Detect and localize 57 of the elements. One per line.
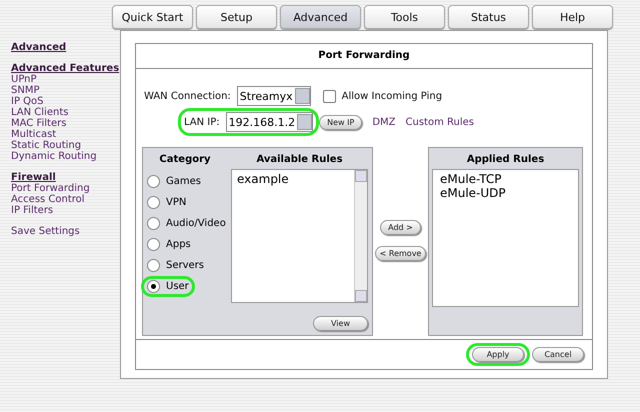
- field-label: WAN Connection:: [144, 90, 231, 102]
- checkbox[interactable]: [322, 90, 336, 102]
- sidebar-link[interactable]: SNMP: [11, 85, 120, 96]
- column-heading: Applied Rules: [466, 154, 544, 165]
- column-heading: Available Rules: [255, 154, 344, 165]
- column-heading: Category: [158, 154, 212, 165]
- sidebar-link[interactable]: LAN Clients: [11, 107, 120, 118]
- action-button[interactable]: Cancel: [532, 347, 584, 362]
- sidebar-link[interactable]: IP QoS: [11, 96, 120, 107]
- sidebar-link[interactable]: UPnP: [11, 74, 120, 85]
- radio-button[interactable]: [147, 174, 160, 188]
- radio-label: User: [166, 280, 189, 292]
- view-button[interactable]: View: [313, 316, 368, 331]
- sidebar-link[interactable]: IP Filters: [11, 205, 120, 216]
- radio-button[interactable]: [147, 196, 160, 208]
- nav-tab[interactable]: Status: [448, 5, 529, 29]
- sidebar-link[interactable]: Save Settings: [11, 226, 120, 237]
- radio-label: Audio/Video: [166, 218, 226, 228]
- radio-button[interactable]: [147, 280, 160, 292]
- nav-link[interactable]: Custom Rules: [406, 116, 474, 128]
- remove-button[interactable]: < Remove: [374, 246, 426, 261]
- nav-tab[interactable]: Tools: [364, 5, 445, 29]
- checkbox-label: Allow Incoming Ping: [342, 90, 442, 102]
- list-item[interactable]: eMule-TCP: [440, 172, 571, 186]
- scrollbar[interactable]: [354, 170, 367, 302]
- radio-label: Servers: [166, 260, 204, 270]
- add-button[interactable]: Add >: [380, 220, 421, 235]
- panel-title: Port Forwarding: [136, 44, 592, 69]
- sidebar-heading[interactable]: Firewall: [11, 172, 120, 183]
- sidebar-link[interactable]: Static Routing: [11, 140, 120, 151]
- radio-label: Games: [166, 176, 201, 186]
- available-rules-list[interactable]: example: [231, 169, 368, 303]
- field-label: LAN IP:: [184, 116, 220, 128]
- list-item[interactable]: example: [237, 172, 349, 186]
- radio-button[interactable]: [147, 216, 160, 230]
- radio-button[interactable]: [147, 258, 160, 272]
- radio-label: Apps: [166, 238, 191, 250]
- sidebar-link[interactable]: MAC Filters: [11, 118, 120, 129]
- wan-select[interactable]: Streamyx: [236, 86, 311, 106]
- sidebar-link[interactable]: Multicast: [11, 129, 120, 140]
- sidebar-heading[interactable]: Advanced Features: [11, 63, 120, 74]
- applied-rules-list[interactable]: eMule-TCP eMule-UDP: [432, 169, 579, 307]
- sidebar-link[interactable]: Dynamic Routing: [11, 151, 120, 162]
- radio-button[interactable]: [147, 238, 160, 250]
- lan-ip-select[interactable]: 192.168.1.2: [226, 112, 314, 132]
- sidebar-link[interactable]: Access Control: [11, 194, 120, 205]
- radio-label: VPN: [166, 196, 186, 208]
- nav-tab[interactable]: Advanced: [280, 5, 361, 29]
- nav-link[interactable]: DMZ: [372, 116, 396, 128]
- nav-tab[interactable]: Help: [532, 5, 613, 29]
- action-button[interactable]: Apply: [472, 347, 524, 362]
- list-item[interactable]: eMule-UDP: [440, 186, 571, 200]
- sidebar-heading[interactable]: Advanced: [11, 42, 120, 53]
- sidebar-link[interactable]: Port Forwarding: [11, 183, 120, 194]
- nav-tab[interactable]: Quick Start: [112, 5, 193, 29]
- new-ip-button[interactable]: New IP: [319, 114, 362, 130]
- nav-tab[interactable]: Setup: [196, 5, 277, 29]
